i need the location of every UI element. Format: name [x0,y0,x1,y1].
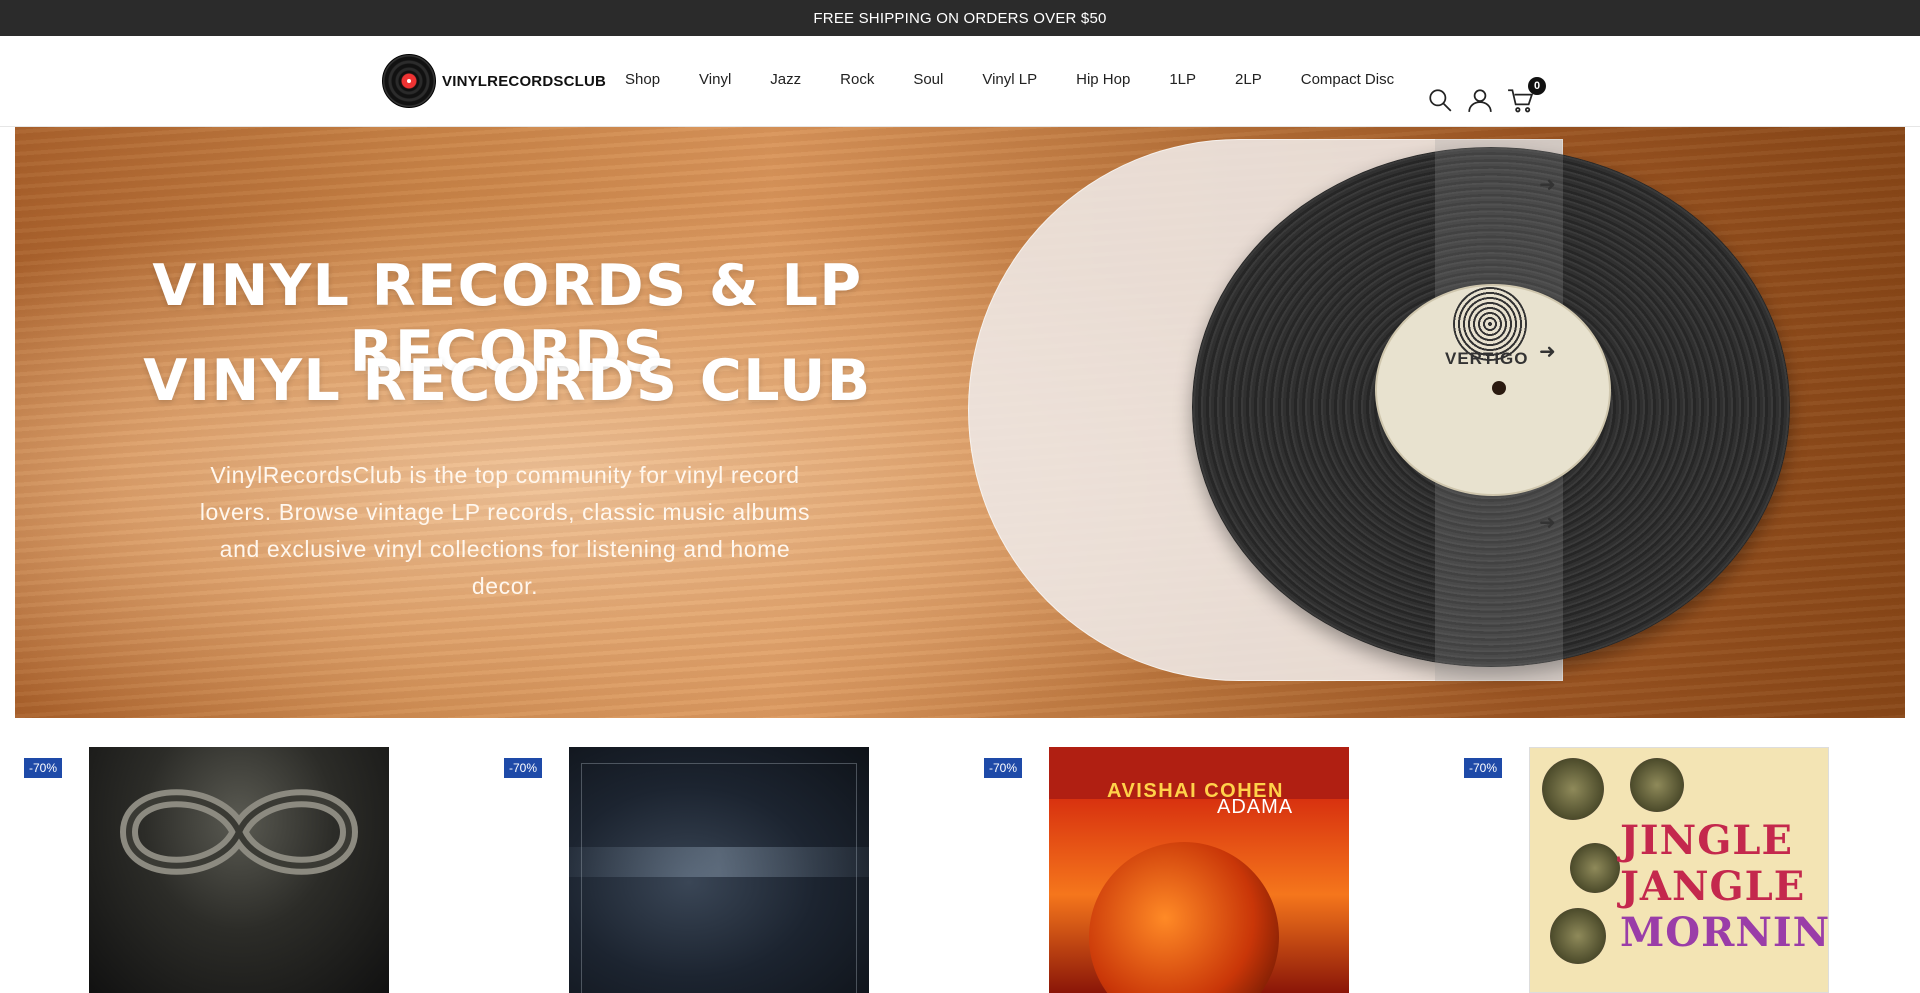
cover-title-line: JANGLE [1620,863,1806,910]
cover-title-line: JINGLE [1620,817,1793,864]
nav-item-rock[interactable]: Rock [840,71,874,88]
album-cover-image[interactable] [569,747,869,993]
nav-item-compact-disc[interactable]: Compact Disc [1301,71,1394,88]
nav-item-vinyl-lp[interactable]: Vinyl LP [982,71,1037,88]
cover-portrait [1542,758,1604,820]
nav-item-2lp[interactable]: 2LP [1235,71,1262,88]
record-label-text: VERTIGO [1445,349,1529,368]
album-cover-image[interactable]: AVISHAI COHEN ADAMA [1049,747,1349,993]
cart-count-badge: 0 [1528,77,1546,95]
discount-badge: -70% [1464,758,1503,778]
cover-portrait [1570,843,1620,893]
record-spindle-hole [1492,381,1506,395]
main-nav: Shop Vinyl Jazz Rock Soul Vinyl LP Hip H… [625,71,1394,88]
album-cover-image[interactable]: JINGLE JANGLE MORNING [1529,747,1829,993]
header-icons: 0 [1426,77,1546,114]
cover-band [569,847,869,877]
album-cover-image[interactable] [89,747,389,993]
site-logo[interactable]: VINYLRECORDSCLUB [382,54,606,108]
nav-item-shop[interactable]: Shop [625,71,660,88]
arrow-right-icon: ➜ [1539,512,1556,534]
discount-badge: -70% [504,758,543,778]
cover-frame [581,763,857,993]
logo-text: VINYLRECORDSCLUB [442,72,607,90]
cover-portrait [1089,842,1279,993]
arrow-right-icon: ➜ [1539,174,1556,196]
product-card[interactable]: -70% JINGLE JANGLE MORNING [1455,747,1829,993]
announcement-text: FREE SHIPPING ON ORDERS OVER $50 [813,9,1107,27]
cover-title: JINGLE JANGLE MORNING [1620,817,1829,956]
cover-album-text: ADAMA [1217,796,1294,818]
nav-item-hip-hop[interactable]: Hip Hop [1076,71,1130,88]
user-icon[interactable] [1466,86,1494,114]
announcement-bar: FREE SHIPPING ON ORDERS OVER $50 [0,0,1920,36]
cart-icon[interactable]: 0 [1506,77,1546,114]
nav-item-soul[interactable]: Soul [913,71,943,88]
nav-item-jazz[interactable]: Jazz [770,71,801,88]
cover-title-line: MORNING [1620,909,1829,956]
vinyl-logo-icon [382,54,436,108]
discount-badge: -70% [984,758,1023,778]
discount-badge: -70% [24,758,63,778]
site-header: VINYLRECORDSCLUB Shop Vinyl Jazz Rock So… [0,36,1920,127]
nav-item-vinyl[interactable]: Vinyl [699,71,731,88]
hero-banner: VINYL RECORDS & LP RECORDS VINYL RECORDS… [15,127,1905,718]
product-card[interactable]: -70% [15,747,389,993]
hero-description: VinylRecordsClub is the top community fo… [199,462,811,599]
arrow-right-icon: ➜ [1539,341,1556,363]
search-icon[interactable] [1426,86,1454,114]
cover-portrait [1550,908,1606,964]
product-card[interactable]: -70% AVISHAI COHEN ADAMA [975,747,1349,993]
infinity-sculpture-icon [119,789,359,875]
product-card[interactable]: -70% [495,747,869,993]
nav-item-1lp[interactable]: 1LP [1169,71,1196,88]
cover-portrait [1630,758,1684,812]
hero-title-line-2: VINYL RECORDS CLUB [143,348,872,414]
product-grid: -70% -70% -70% AVISHAI COHEN ADAMA -70% [0,747,1920,993]
